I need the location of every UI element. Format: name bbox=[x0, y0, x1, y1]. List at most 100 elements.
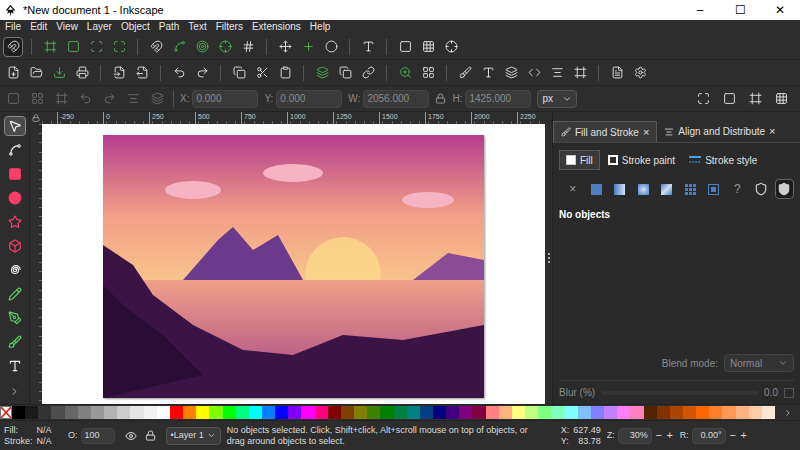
flip-h-button[interactable] bbox=[123, 89, 143, 109]
color-swatch[interactable] bbox=[696, 406, 709, 419]
color-swatch[interactable] bbox=[486, 406, 499, 419]
copy-button[interactable] bbox=[229, 63, 249, 83]
tab-close-button[interactable]: × bbox=[769, 126, 775, 137]
text-font-button[interactable] bbox=[478, 63, 498, 83]
pen-tool[interactable] bbox=[4, 308, 26, 328]
stepper-button[interactable]: + bbox=[666, 430, 674, 441]
menu-item[interactable]: Object bbox=[121, 20, 150, 34]
color-swatch[interactable] bbox=[196, 406, 209, 419]
radial-paint-button[interactable] bbox=[634, 179, 654, 199]
text-tool[interactable] bbox=[4, 356, 26, 376]
paste-button[interactable] bbox=[275, 63, 295, 83]
color-swatch[interactable] bbox=[459, 406, 472, 419]
palette-scroll-icon[interactable] bbox=[783, 408, 793, 418]
color-swatch[interactable] bbox=[130, 406, 143, 419]
color-swatch[interactable] bbox=[394, 406, 407, 419]
deselect-button[interactable] bbox=[51, 89, 71, 109]
menu-item[interactable]: Extensions bbox=[252, 20, 301, 34]
color-swatch[interactable] bbox=[722, 406, 735, 419]
snap-rotation-button[interactable] bbox=[321, 37, 341, 57]
color-swatch[interactable] bbox=[104, 406, 117, 419]
lock-ratio-icon[interactable] bbox=[435, 93, 446, 104]
blur-stepper[interactable] bbox=[784, 388, 794, 398]
layer-lock-icon[interactable] bbox=[145, 430, 156, 441]
rect-tool[interactable] bbox=[4, 164, 26, 184]
color-swatch[interactable] bbox=[183, 406, 196, 419]
zoom-button[interactable] bbox=[395, 63, 415, 83]
snap-page-button[interactable] bbox=[395, 37, 415, 57]
guide-lock-icon[interactable] bbox=[32, 114, 40, 122]
layer-visibility-icon[interactable] bbox=[125, 430, 137, 442]
save-button[interactable] bbox=[49, 63, 69, 83]
tab-close-button[interactable]: × bbox=[643, 127, 649, 138]
canvas[interactable] bbox=[42, 124, 545, 404]
scale-corners-button[interactable] bbox=[719, 89, 739, 109]
open-button[interactable] bbox=[26, 63, 46, 83]
fill-stroke-button[interactable] bbox=[455, 63, 475, 83]
color-swatch[interactable] bbox=[341, 406, 354, 419]
color-swatch[interactable] bbox=[38, 406, 51, 419]
color-swatch[interactable] bbox=[630, 406, 643, 419]
calligraphy-tool[interactable] bbox=[4, 332, 26, 352]
color-swatch[interactable] bbox=[446, 406, 459, 419]
snap-paths-button[interactable] bbox=[169, 37, 189, 57]
color-swatch[interactable] bbox=[617, 406, 630, 419]
color-swatch[interactable] bbox=[657, 406, 670, 419]
color-swatch[interactable] bbox=[117, 406, 130, 419]
import-button[interactable] bbox=[109, 63, 129, 83]
color-swatch[interactable] bbox=[538, 406, 551, 419]
color-swatch[interactable] bbox=[407, 406, 420, 419]
stepper-button[interactable]: − bbox=[729, 430, 737, 441]
paint-subtab[interactable]: Fill bbox=[559, 150, 600, 170]
star-tool[interactable] bbox=[4, 212, 26, 232]
dock-tab[interactable]: Fill and Stroke× bbox=[553, 121, 657, 142]
color-swatch[interactable] bbox=[762, 406, 775, 419]
pencil-tool[interactable] bbox=[4, 284, 26, 304]
color-swatch[interactable] bbox=[209, 406, 222, 419]
color-swatch[interactable] bbox=[683, 406, 696, 419]
snap-guide-button[interactable] bbox=[441, 37, 461, 57]
color-swatch[interactable] bbox=[236, 406, 249, 419]
mesh-paint-button[interactable] bbox=[657, 179, 677, 199]
box3d-tool[interactable] bbox=[4, 236, 26, 256]
color-swatch[interactable] bbox=[288, 406, 301, 419]
color-swatch[interactable] bbox=[749, 406, 762, 419]
snap-toggle-button[interactable] bbox=[3, 37, 23, 57]
color-swatch[interactable] bbox=[380, 406, 393, 419]
toolbox-expand-icon[interactable] bbox=[9, 386, 20, 397]
blur-slider[interactable] bbox=[601, 391, 758, 395]
spiral-tool[interactable] bbox=[4, 260, 26, 280]
snap-smooth-button[interactable] bbox=[238, 37, 258, 57]
color-swatch[interactable] bbox=[249, 406, 262, 419]
snap-bbox-mid-button[interactable] bbox=[109, 37, 129, 57]
fill-stroke-indicator[interactable]: Fill:N/AStroke:N/A bbox=[4, 425, 62, 447]
xml-editor-button[interactable] bbox=[524, 63, 544, 83]
unit-dropdown[interactable]: px bbox=[537, 90, 577, 108]
menu-item[interactable]: Text bbox=[188, 20, 206, 34]
cut-button[interactable] bbox=[252, 63, 272, 83]
snap-cusp-button[interactable] bbox=[215, 37, 235, 57]
color-swatch[interactable] bbox=[328, 406, 341, 419]
color-swatch[interactable] bbox=[565, 406, 578, 419]
layer-dropdown[interactable]: •Layer 1 bbox=[166, 427, 221, 445]
ellipse-tool[interactable] bbox=[4, 188, 26, 208]
coordinate-field[interactable]: Y:0.000 bbox=[264, 90, 342, 108]
scale-stroke-button[interactable] bbox=[693, 89, 713, 109]
color-swatch[interactable] bbox=[301, 406, 314, 419]
undo-button[interactable] bbox=[169, 63, 189, 83]
opacity-field[interactable]: O:100 bbox=[68, 428, 115, 444]
color-swatch[interactable] bbox=[367, 406, 380, 419]
stepper-button[interactable]: + bbox=[740, 430, 748, 441]
menu-item[interactable]: View bbox=[56, 20, 78, 34]
menu-item[interactable]: Layer bbox=[87, 20, 112, 34]
color-swatch[interactable] bbox=[91, 406, 104, 419]
rotate-ccw-button[interactable] bbox=[75, 89, 95, 109]
selector-tool[interactable] bbox=[4, 116, 26, 136]
linear-paint-button[interactable] bbox=[610, 179, 630, 199]
blur-value[interactable]: 0.0 bbox=[764, 385, 778, 400]
align-button[interactable] bbox=[547, 63, 567, 83]
node-tool[interactable] bbox=[4, 140, 26, 160]
window-control-button[interactable]: ☐ bbox=[720, 0, 760, 20]
duplicate-button[interactable] bbox=[312, 63, 332, 83]
color-swatch[interactable] bbox=[65, 406, 78, 419]
